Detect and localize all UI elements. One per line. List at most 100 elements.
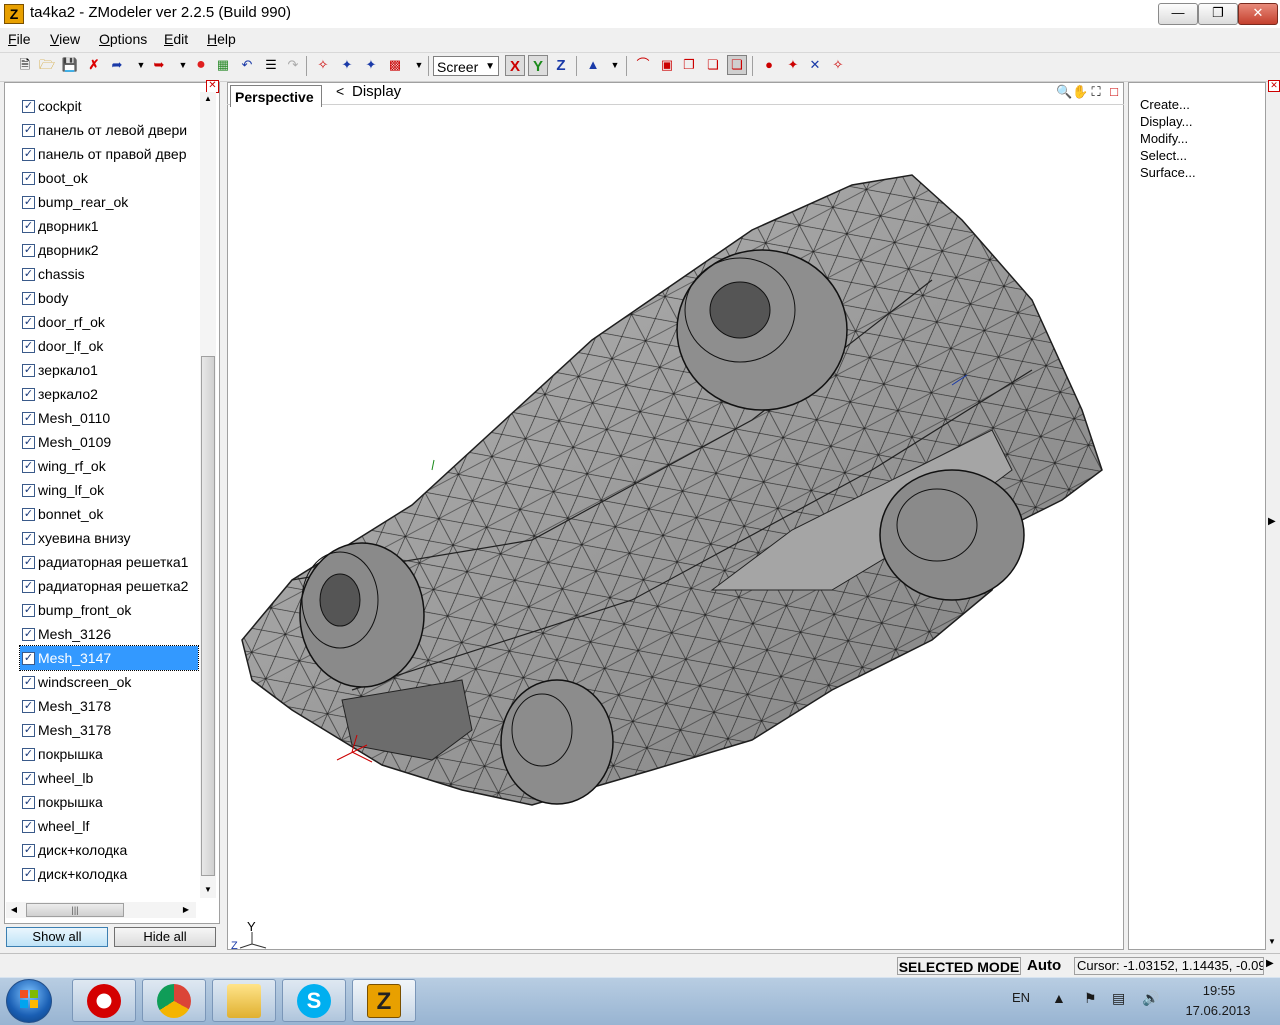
- visibility-checkbox[interactable]: ✓: [22, 436, 35, 449]
- properties-icon[interactable]: ☰: [262, 56, 280, 74]
- object-row[interactable]: ✓ Mesh_3126: [20, 622, 198, 646]
- menu-help[interactable]: Help: [207, 31, 236, 47]
- close-icon[interactable]: ✕: [1268, 80, 1280, 92]
- visibility-checkbox[interactable]: ✓: [22, 868, 35, 881]
- tray-flag-icon[interactable]: ⚑: [1084, 990, 1097, 1007]
- visibility-checkbox[interactable]: ✓: [22, 196, 35, 209]
- object-row[interactable]: ✓ радиаторная решетка2: [20, 574, 198, 598]
- object-row[interactable]: ✓ зеркало1: [20, 358, 198, 382]
- visibility-checkbox[interactable]: ✓: [22, 628, 35, 641]
- viewport-display-menu[interactable]: Display: [352, 83, 401, 100]
- visibility-checkbox[interactable]: ✓: [22, 172, 35, 185]
- visibility-checkbox[interactable]: ✓: [22, 724, 35, 737]
- visibility-checkbox[interactable]: ✓: [22, 748, 35, 761]
- object-row[interactable]: ✓ wing_lf_ok: [20, 478, 198, 502]
- object-row[interactable]: ✓ bump_rear_ok: [20, 190, 198, 214]
- select-object-icon[interactable]: ▩: [386, 56, 404, 74]
- visibility-checkbox[interactable]: ✓: [22, 772, 35, 785]
- visibility-checkbox[interactable]: ✓: [22, 844, 35, 857]
- tray-language[interactable]: EN: [1012, 990, 1030, 1005]
- visibility-checkbox[interactable]: ✓: [22, 604, 35, 617]
- visibility-checkbox[interactable]: ✓: [22, 100, 35, 113]
- visibility-checkbox[interactable]: ✓: [22, 364, 35, 377]
- visibility-checkbox[interactable]: ✓: [22, 460, 35, 473]
- visibility-checkbox[interactable]: ✓: [22, 220, 35, 233]
- tray-network-icon[interactable]: ▤: [1112, 990, 1125, 1007]
- object-row[interactable]: ✓ Mesh_0110: [20, 406, 198, 430]
- redo-icon[interactable]: ↷: [284, 56, 302, 74]
- record-icon[interactable]: ●: [192, 56, 210, 74]
- save-icon[interactable]: 💾: [61, 56, 79, 74]
- visibility-checkbox[interactable]: ✓: [22, 532, 35, 545]
- surface-menu-item[interactable]: Surface...: [1140, 165, 1196, 180]
- maximize-button[interactable]: ❐: [1198, 3, 1238, 25]
- taskbar-explorer[interactable]: [212, 979, 276, 1022]
- import-icon[interactable]: ➥: [150, 56, 168, 74]
- view-vertices-icon[interactable]: ⌒: [634, 56, 652, 74]
- visibility-checkbox[interactable]: ✓: [22, 484, 35, 497]
- object-row[interactable]: ✓ Mesh_3178: [20, 694, 198, 718]
- object-row[interactable]: ✓ покрышка: [20, 742, 198, 766]
- object-row[interactable]: ✓ wing_rf_ok: [20, 454, 198, 478]
- visibility-checkbox[interactable]: ✓: [22, 316, 35, 329]
- scroll-right-icon[interactable]: ▶: [180, 904, 192, 916]
- scroll-left-icon[interactable]: ◀: [8, 904, 20, 916]
- object-row[interactable]: ✓ хуевина внизу: [20, 526, 198, 550]
- import-dropdown-icon[interactable]: ▼: [174, 56, 192, 74]
- object-row[interactable]: ✓ windscreen_ok: [20, 670, 198, 694]
- scroll-down-icon[interactable]: ▼: [1268, 937, 1276, 946]
- object-row[interactable]: ✓ boot_ok: [20, 166, 198, 190]
- axis-x-toggle[interactable]: X: [505, 55, 525, 76]
- close-button[interactable]: ✕: [1238, 3, 1278, 25]
- coordinate-space-select[interactable]: Screer ▼: [433, 56, 499, 76]
- select-dropdown-icon[interactable]: ▼: [410, 56, 428, 74]
- visibility-checkbox[interactable]: ✓: [22, 268, 35, 281]
- visibility-checkbox[interactable]: ✓: [22, 388, 35, 401]
- select-edges-icon[interactable]: ✦: [338, 56, 356, 74]
- object-row[interactable]: ✓ диск+колодка: [20, 862, 198, 886]
- create-menu-item[interactable]: Create...: [1140, 97, 1190, 112]
- viewport-tab-perspective[interactable]: Perspective: [230, 85, 322, 107]
- visibility-checkbox[interactable]: ✓: [22, 796, 35, 809]
- display-menu-item[interactable]: Display...: [1140, 114, 1193, 129]
- taskbar-chrome[interactable]: [142, 979, 206, 1022]
- menu-view[interactable]: View: [50, 31, 80, 47]
- axes-pivot-icon[interactable]: ✧: [829, 56, 847, 74]
- maximize-viewport-icon[interactable]: □: [1106, 84, 1122, 100]
- taskbar-opera[interactable]: [72, 979, 136, 1022]
- tray-time[interactable]: 19:55: [1186, 983, 1252, 998]
- axis-y-toggle[interactable]: Y: [528, 55, 548, 76]
- open-folder-icon[interactable]: 🗁: [38, 56, 56, 74]
- object-row[interactable]: ✓ door_lf_ok: [20, 334, 198, 358]
- object-row[interactable]: ✓ door_rf_ok: [20, 310, 198, 334]
- object-row[interactable]: ✓ зеркало2: [20, 382, 198, 406]
- objects-scroll-thumb[interactable]: [201, 356, 215, 876]
- axes-red-icon[interactable]: ✦: [784, 56, 802, 74]
- object-row[interactable]: ✓ дворник2: [20, 238, 198, 262]
- visibility-checkbox[interactable]: ✓: [22, 652, 35, 665]
- object-row[interactable]: ✓ bump_front_ok: [20, 598, 198, 622]
- new-file-icon[interactable]: 🗎: [16, 56, 34, 74]
- visibility-checkbox[interactable]: ✓: [22, 412, 35, 425]
- tray-expand-icon[interactable]: ▲: [1052, 990, 1066, 1006]
- export-dropdown-icon[interactable]: ▼: [132, 56, 150, 74]
- taskbar-skype[interactable]: S: [282, 979, 346, 1022]
- visibility-checkbox[interactable]: ✓: [22, 580, 35, 593]
- hide-all-button[interactable]: Hide all: [114, 927, 216, 947]
- object-row[interactable]: ✓ wheel_lf: [20, 814, 198, 838]
- object-row[interactable]: ✓ bonnet_ok: [20, 502, 198, 526]
- magnet-icon[interactable]: ●: [760, 56, 778, 74]
- object-row[interactable]: ✓ радиаторная решетка1: [20, 550, 198, 574]
- object-row[interactable]: ✓ cockpit: [20, 94, 198, 118]
- move-figure-icon[interactable]: ✦: [362, 56, 380, 74]
- object-row[interactable]: ✓ Mesh_3147: [19, 645, 199, 671]
- create-dropdown-icon[interactable]: ▼: [606, 56, 624, 74]
- object-row[interactable]: ✓ body: [20, 286, 198, 310]
- axis-z-toggle[interactable]: Z: [551, 55, 571, 76]
- zoom-icon[interactable]: 🔍: [1056, 84, 1072, 100]
- object-row[interactable]: ✓ панель от правой двер: [20, 142, 198, 166]
- objects-hscroll-thumb[interactable]: |||: [26, 903, 124, 917]
- visibility-checkbox[interactable]: ✓: [22, 148, 35, 161]
- visibility-checkbox[interactable]: ✓: [22, 820, 35, 833]
- scroll-down-icon[interactable]: ▼: [202, 884, 214, 896]
